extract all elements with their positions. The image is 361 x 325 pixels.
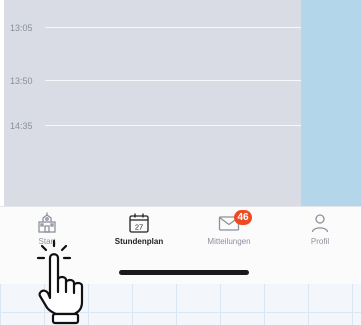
timetable-view[interactable]: 13:05 13:50 14:35 [4,0,301,206]
time-row: 13:50 [4,74,301,88]
tab-label: Stundenplan [114,237,164,246]
school-icon [38,212,56,233]
pointing-hand-icon [36,240,84,325]
tab-label: Profil [310,237,330,246]
time-label: 13:05 [10,23,33,33]
time-divider [45,125,301,126]
time-row: 14:35 [4,119,301,133]
lesson-block[interactable] [301,0,361,206]
tab-profil[interactable]: Profil [285,211,355,253]
tab-stundenplan[interactable]: 27 Stundenplan [104,211,174,253]
calendar-date-text: 27 [135,223,143,232]
time-divider [45,27,301,28]
unread-badge: 46 [234,210,252,225]
time-row: 13:05 [4,21,301,35]
tab-label: Mitteilungen [207,237,251,246]
tab-mitteilungen[interactable]: 46 Mitteilungen [194,210,264,253]
calendar-icon: 27 [129,213,149,233]
time-divider [45,80,301,81]
person-icon [311,214,329,233]
home-indicator [119,270,249,275]
time-label: 14:35 [10,121,33,131]
time-label: 13:50 [10,76,33,86]
